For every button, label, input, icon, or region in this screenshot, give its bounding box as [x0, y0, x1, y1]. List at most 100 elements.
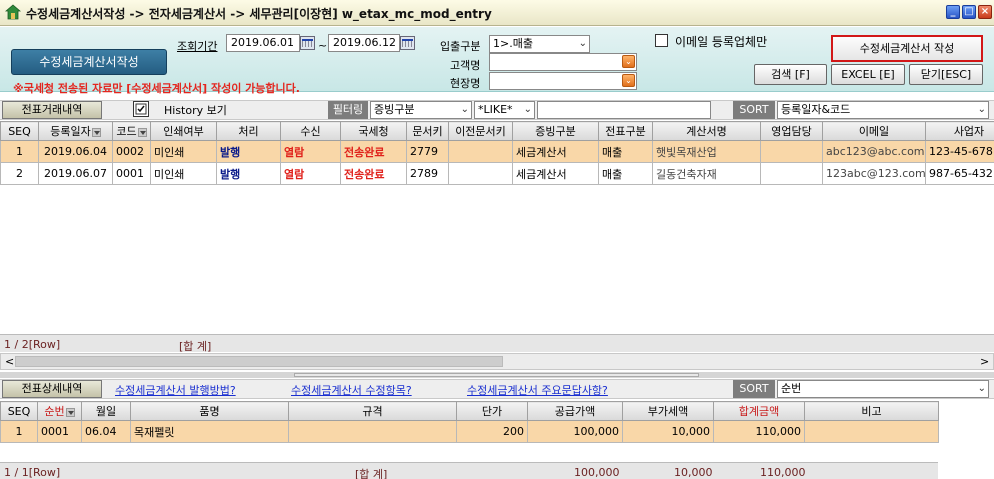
maximize-button[interactable]: □ [962, 5, 976, 19]
col-invoice-name[interactable]: 계산서명 [652, 121, 761, 141]
link-modify-items[interactable]: 수정세금계산서 수정항목? [291, 382, 412, 398]
cell-item-name: 목재펠릿 [130, 420, 289, 443]
chevron-down-icon: ⌄ [977, 104, 986, 115]
filter-field-value: 증빙구분 [374, 103, 415, 116]
close-window-button[interactable]: × [978, 5, 992, 19]
calendar-to-icon[interactable] [400, 36, 415, 50]
filter-field-select[interactable]: 증빙구분 ⌄ [370, 101, 472, 119]
site-label: 현장명 [450, 77, 481, 90]
date-to-input[interactable]: 2019.06.12 [328, 34, 400, 52]
scroll-right-icon[interactable]: > [980, 355, 989, 368]
transmit-notice: ※국세청 전송된 자료만 [수정세금계산서] 작성이 가능합니다. [13, 82, 300, 95]
link-issue-method[interactable]: 수정세금계산서 발행방법? [115, 382, 236, 398]
customer-label: 고객명 [450, 59, 481, 72]
scroll-left-icon[interactable]: < [5, 355, 14, 368]
email-only-checkbox[interactable] [655, 34, 668, 47]
col-unit-price[interactable]: 단가 [456, 401, 528, 421]
splitter-grip[interactable] [294, 373, 699, 377]
cell-sales-rep [760, 162, 823, 185]
site-input[interactable] [489, 72, 637, 90]
table-row[interactable]: 1 0001 06.04 목재펠릿 200 100,000 10,000 110… [0, 420, 939, 443]
create-modified-invoice-button[interactable]: 수정세금계산서 작성 [831, 35, 983, 62]
link-faq[interactable]: 수정세금계산서 주요문답사항? [467, 382, 608, 398]
tab-slip-detail[interactable]: 전표상세내역 [2, 380, 102, 398]
customer-lookup-icon[interactable]: ⌄ [622, 55, 635, 68]
cell-supply-amount: 100,000 [527, 420, 623, 443]
horizontal-scrollbar[interactable]: < > [0, 353, 994, 370]
filter-operator-value: *LIKE* [478, 103, 513, 116]
excel-button[interactable]: EXCEL [E] [831, 64, 905, 85]
modified-invoice-tab-button[interactable]: 수정세금계산서작성 [11, 49, 167, 75]
col-supply-amount[interactable]: 공급가액 [527, 401, 623, 421]
panel-splitter[interactable] [0, 372, 994, 378]
cell-slip-type: 매출 [598, 162, 653, 185]
minimize-button[interactable]: _ [946, 5, 960, 19]
chevron-down-icon: ⌄ [578, 38, 587, 49]
col-item-name[interactable]: 품명 [130, 401, 289, 421]
cell-line-no: 0001 [37, 420, 82, 443]
sort-icon[interactable] [65, 407, 75, 417]
col-total-amount[interactable]: 합계금액 [713, 401, 805, 421]
col-month-day[interactable]: 월일 [81, 401, 131, 421]
calendar-from-icon[interactable] [300, 36, 315, 50]
detail-sort-select[interactable]: 순번 ⌄ [777, 380, 989, 398]
cell-process[interactable]: 발행 [216, 162, 281, 185]
col-biz-no[interactable]: 사업자 [925, 121, 994, 141]
site-lookup-icon[interactable]: ⌄ [622, 74, 635, 87]
scroll-thumb[interactable] [15, 356, 503, 367]
col-remarks[interactable]: 비고 [804, 401, 939, 421]
col-print[interactable]: 인쇄여부 [150, 121, 217, 141]
cell-seq: 1 [0, 140, 39, 163]
col-evidence-type[interactable]: 증빙구분 [512, 121, 599, 141]
cell-biz-no: 987-65-432 [925, 162, 994, 185]
cell-process[interactable]: 발행 [216, 140, 281, 163]
col-line-no[interactable]: 순번 [37, 401, 82, 421]
table-row[interactable]: 1 2019.06.04 0002 미인쇄 발행 열람 전송완료 2779 세금… [0, 140, 994, 163]
cell-print: 미인쇄 [150, 162, 217, 185]
col-prev-doc-key[interactable]: 이전문서키 [448, 121, 513, 141]
search-button[interactable]: 검색 [F] [754, 64, 827, 85]
col-seq[interactable]: SEQ [0, 401, 38, 421]
col-receive[interactable]: 수신 [280, 121, 341, 141]
cell-evidence-type: 세금계산서 [512, 140, 599, 163]
sort-select[interactable]: 등록일자&코드 ⌄ [777, 101, 989, 119]
detail-sort-label: SORT [733, 380, 775, 398]
col-reg-date[interactable]: 등록일자 [38, 121, 113, 141]
filter-value-input[interactable] [537, 101, 711, 119]
col-process[interactable]: 처리 [216, 121, 281, 141]
cell-invoice-name: 햇빛목재산업 [652, 140, 761, 163]
col-email[interactable]: 이메일 [822, 121, 926, 141]
col-vat-amount[interactable]: 부가세액 [622, 401, 714, 421]
col-slip-type[interactable]: 전표구분 [598, 121, 653, 141]
inout-select[interactable]: 1>.매출 ⌄ [489, 35, 590, 53]
col-nts[interactable]: 국세청 [340, 121, 407, 141]
tab-slip-history[interactable]: 전표거래내역 [2, 101, 102, 119]
col-spec[interactable]: 규격 [288, 401, 457, 421]
customer-input[interactable] [489, 53, 637, 71]
detail-grid-footer: 1 / 1[Row] [합 계] 100,000 10,000 110,000 [0, 462, 938, 479]
date-from-input[interactable]: 2019.06.01 [226, 34, 300, 52]
inout-select-value: 1>.매출 [493, 37, 533, 50]
col-reg-date-label: 등록일자 [50, 125, 91, 138]
sort-icon[interactable] [91, 127, 101, 137]
email-only-label: 이메일 등록업체만 [675, 35, 768, 49]
col-seq[interactable]: SEQ [0, 121, 39, 141]
col-doc-key[interactable]: 문서키 [406, 121, 449, 141]
cell-prev-doc-key [448, 162, 513, 185]
slip-grid: SEQ 등록일자 코드 인쇄여부 처리 수신 국세청 문서키 이전문서키 증빙구… [0, 121, 994, 185]
cell-reg-date: 2019.06.07 [38, 162, 113, 185]
col-code[interactable]: 코드 [112, 121, 151, 141]
detail-sort-value: 순번 [781, 382, 802, 395]
table-row[interactable]: 2 2019.06.07 0001 미인쇄 발행 열람 전송완료 2789 세금… [0, 162, 994, 185]
cell-vat-amount: 10,000 [622, 420, 714, 443]
detail-row-count: 1 / 1[Row] [4, 466, 61, 479]
cell-spec [288, 420, 457, 443]
sort-icon[interactable] [137, 127, 147, 137]
slip-grid-footer: 1 / 2[Row] [합 계] [0, 334, 994, 353]
col-sales-rep[interactable]: 영업담당 [760, 121, 823, 141]
close-button[interactable]: 닫기[ESC] [909, 64, 983, 85]
history-checkbox-icon[interactable] [133, 101, 149, 117]
cell-code: 0001 [112, 162, 151, 185]
cell-evidence-type: 세금계산서 [512, 162, 599, 185]
filter-operator-select[interactable]: *LIKE* ⌄ [474, 101, 535, 119]
